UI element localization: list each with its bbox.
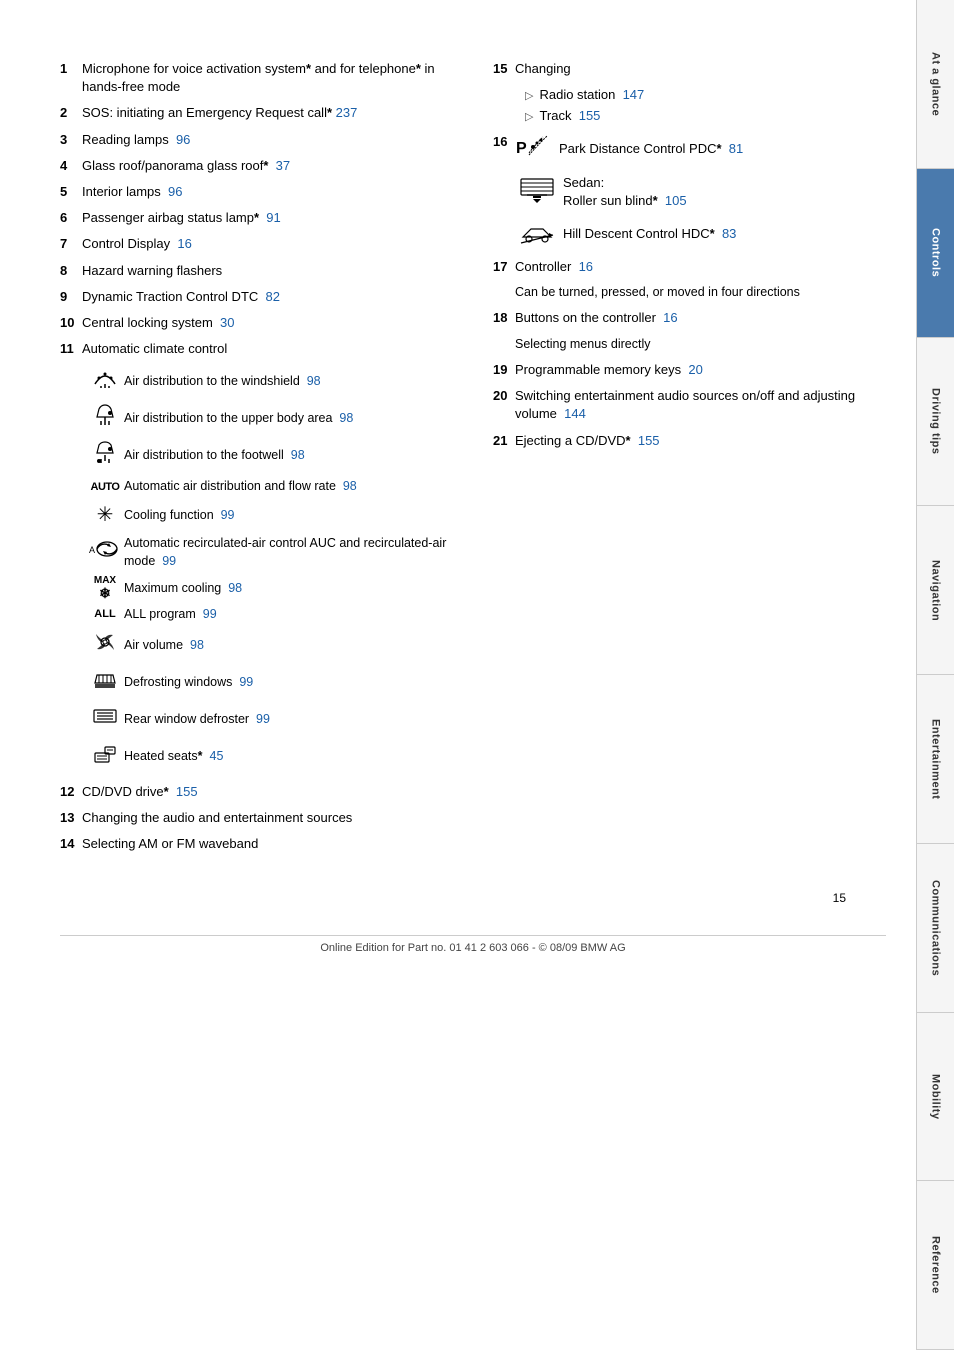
link-98a[interactable]: 98 — [307, 374, 321, 388]
link-98e[interactable]: 98 — [228, 581, 242, 595]
link-30[interactable]: 30 — [220, 315, 234, 330]
footer-text: Online Edition for Part no. 01 41 2 603 … — [60, 935, 886, 954]
sub-track: ▷ Track 155 — [525, 107, 886, 125]
link-99d[interactable]: 99 — [239, 675, 253, 689]
link-83[interactable]: 83 — [722, 226, 736, 241]
item-1: 1 Microphone for voice activation system… — [60, 60, 453, 96]
all-icon: ALL — [86, 607, 124, 622]
hdc-icon — [519, 219, 555, 250]
sidebar-tab-reference[interactable]: Reference — [917, 1181, 954, 1350]
link-237[interactable]: 237 — [336, 105, 358, 120]
climate-air-volume: Air volume 98 — [86, 630, 453, 661]
item-13: 13 Changing the audio and entertainment … — [60, 809, 453, 827]
sidebar-tab-entertainment[interactable]: Entertainment — [917, 675, 954, 844]
item-17: 17 Controller 16 Can be turned, pressed,… — [493, 258, 886, 302]
link-37[interactable]: 37 — [276, 158, 290, 173]
climate-defrost-windows: Defrosting windows 99 — [86, 667, 453, 698]
item-5: 5 Interior lamps 96 — [60, 183, 453, 201]
sidebar-tab-communications[interactable]: Communications — [917, 844, 954, 1013]
defrost-windows-icon — [86, 667, 124, 698]
link-99a[interactable]: 99 — [221, 508, 235, 522]
link-20[interactable]: 20 — [688, 362, 702, 377]
sub-radio-station: ▷ Radio station 147 — [525, 86, 886, 104]
link-155a[interactable]: 155 — [176, 784, 198, 799]
max-icon: MAX ❄ — [86, 576, 124, 600]
climate-upper-body: Air distribution to the upper body area … — [86, 403, 453, 434]
link-105[interactable]: 105 — [665, 193, 687, 208]
item-11: 11 Automatic climate control — [60, 340, 453, 358]
link-98f[interactable]: 98 — [190, 638, 204, 652]
climate-section: Air distribution to the windshield 98 — [86, 366, 453, 772]
item-4: 4 Glass roof/panorama glass roof* 37 — [60, 157, 453, 175]
climate-windshield: Air distribution to the windshield 98 — [86, 366, 453, 397]
hdc-row: Hill Descent Control HDC* 83 — [519, 219, 886, 250]
heated-seats-icon — [86, 741, 124, 772]
link-99b[interactable]: 99 — [162, 554, 176, 568]
climate-recirculate: A Automatic recirculated-air control AUC… — [86, 535, 453, 570]
page-number: 15 — [60, 891, 886, 905]
link-98d[interactable]: 98 — [343, 479, 357, 493]
sidebar-tab-controls[interactable]: Controls — [917, 169, 954, 338]
link-16a[interactable]: 16 — [177, 236, 191, 251]
climate-rear-defroster: Rear window defroster 99 — [86, 704, 453, 735]
climate-max: MAX ❄ Maximum cooling 98 — [86, 576, 453, 600]
air-volume-icon — [86, 630, 124, 661]
item-21: 21 Ejecting a CD/DVD* 155 — [493, 432, 886, 450]
item-19: 19 Programmable memory keys 20 — [493, 361, 886, 379]
sidebar-tab-navigation[interactable]: Navigation — [917, 506, 954, 675]
link-16b[interactable]: 16 — [579, 259, 593, 274]
link-45[interactable]: 45 — [210, 749, 224, 763]
sidebar: At a glance Controls Driving tips Naviga… — [916, 0, 954, 1350]
cooling-icon: ✳ — [86, 501, 124, 529]
link-81[interactable]: 81 — [729, 141, 743, 156]
item-7: 7 Control Display 16 — [60, 235, 453, 253]
sidebar-tab-driving-tips[interactable]: Driving tips — [917, 338, 954, 507]
left-column: 1 Microphone for voice activation system… — [60, 60, 453, 861]
rear-defroster-icon — [86, 704, 124, 735]
item-18: 18 Buttons on the controller 16 Selectin… — [493, 309, 886, 353]
item-14: 14 Selecting AM or FM waveband — [60, 835, 453, 853]
item-3: 3 Reading lamps 96 — [60, 131, 453, 149]
recirculate-icon: A — [86, 539, 124, 566]
link-16c[interactable]: 16 — [663, 310, 677, 325]
upper-body-icon — [86, 403, 124, 434]
auto-icon: AUTO — [86, 478, 124, 495]
svg-text:A: A — [89, 545, 95, 555]
item-10: 10 Central locking system 30 — [60, 314, 453, 332]
pdc-icon: P — [515, 133, 551, 166]
item-12: 12 CD/DVD drive* 155 — [60, 783, 453, 801]
link-144[interactable]: 144 — [564, 406, 586, 421]
link-99c[interactable]: 99 — [203, 607, 217, 621]
item-15: 15 Changing ▷ Radio station 147 ▷ Track … — [493, 60, 886, 125]
windshield-icon — [86, 366, 124, 397]
climate-footwell: Air distribution to the footwell 98 — [86, 441, 453, 472]
link-98c[interactable]: 98 — [291, 448, 305, 462]
roller-blind-icon — [519, 177, 555, 208]
link-82[interactable]: 82 — [266, 289, 280, 304]
climate-all: ALL ALL program 99 — [86, 606, 453, 624]
roller-blind-row: Sedan:Roller sun blind* 105 — [519, 174, 886, 210]
svg-text:P: P — [516, 140, 527, 157]
link-98b[interactable]: 98 — [339, 411, 353, 425]
link-155b[interactable]: 155 — [579, 108, 601, 123]
item-9: 9 Dynamic Traction Control DTC 82 — [60, 288, 453, 306]
climate-auto: AUTO Automatic air distribution and flow… — [86, 478, 453, 496]
item-8: 8 Hazard warning flashers — [60, 262, 453, 280]
item-2: 2 SOS: initiating an Emergency Request c… — [60, 104, 453, 122]
link-99e[interactable]: 99 — [256, 712, 270, 726]
sidebar-tab-mobility[interactable]: Mobility — [917, 1013, 954, 1182]
climate-heated-seats: Heated seats* 45 — [86, 741, 453, 772]
link-155c[interactable]: 155 — [638, 433, 660, 448]
right-column: 15 Changing ▷ Radio station 147 ▷ Track … — [493, 60, 886, 861]
item-6: 6 Passenger airbag status lamp* 91 — [60, 209, 453, 227]
item-20: 20 Switching entertainment audio sources… — [493, 387, 886, 423]
item-16: 16 P — [493, 133, 886, 250]
footwell-icon — [86, 441, 124, 472]
climate-cooling: ✳ Cooling function 99 — [86, 501, 453, 529]
link-147[interactable]: 147 — [623, 87, 645, 102]
link-96a[interactable]: 96 — [176, 132, 190, 147]
link-91[interactable]: 91 — [266, 210, 280, 225]
sidebar-tab-at-a-glance[interactable]: At a glance — [917, 0, 954, 169]
link-96b[interactable]: 96 — [168, 184, 182, 199]
